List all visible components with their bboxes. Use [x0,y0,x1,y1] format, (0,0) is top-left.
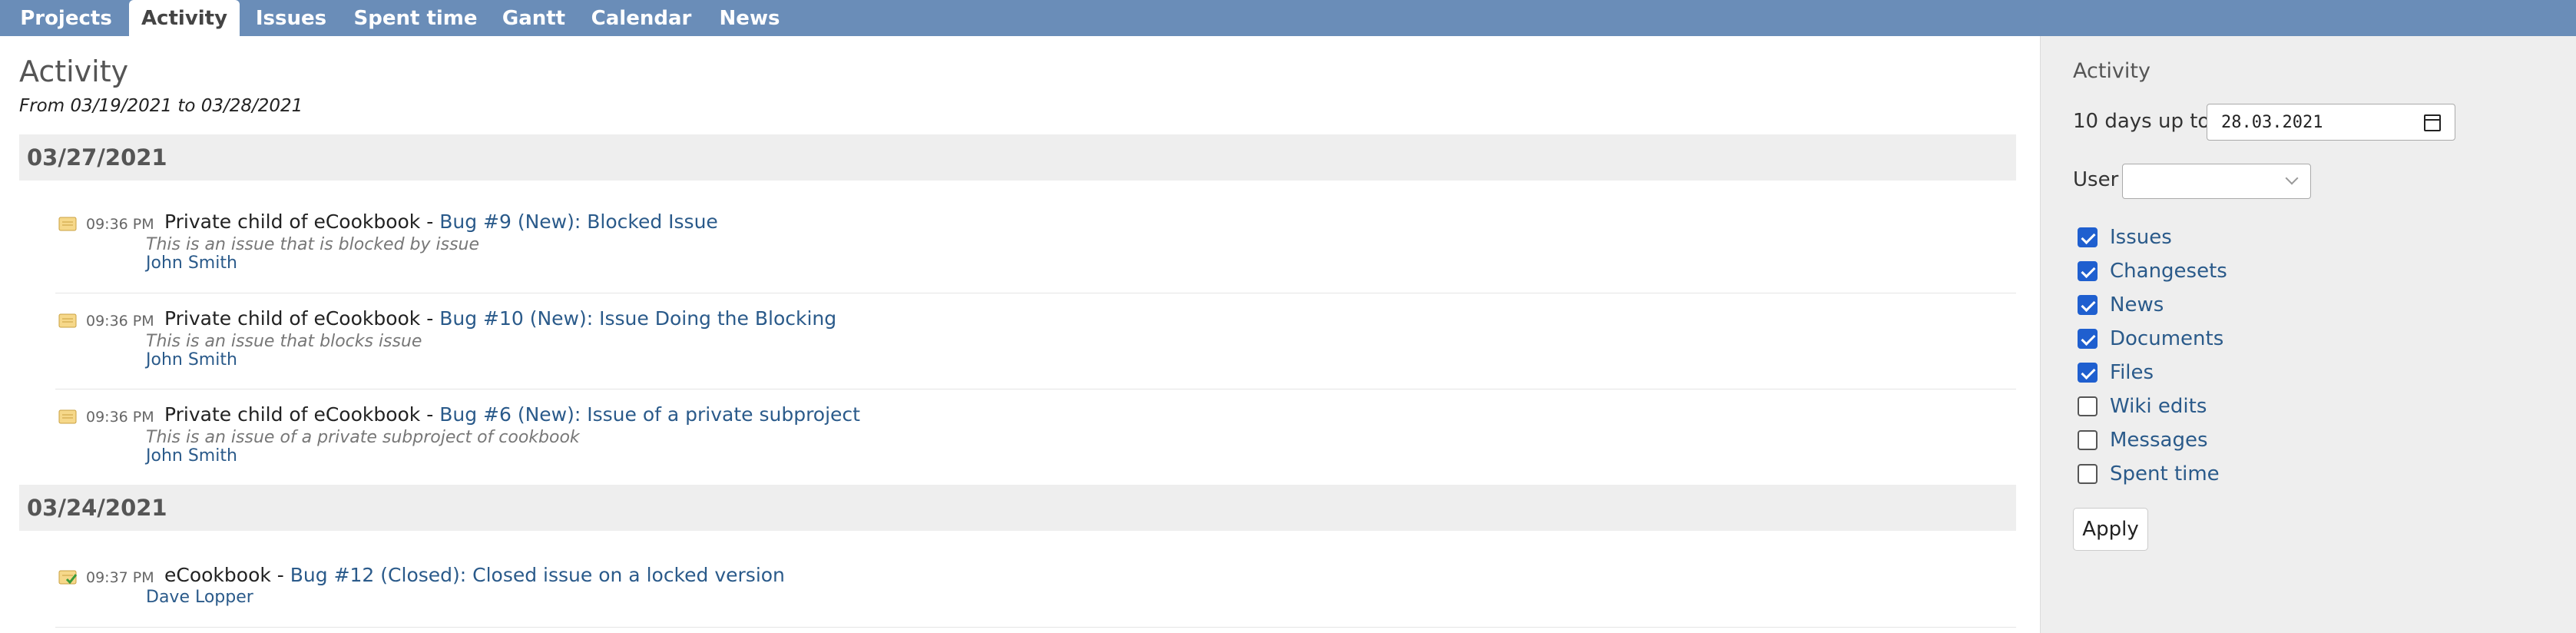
sidebar-title: Activity [2073,59,2151,83]
filter-label[interactable]: Documents [2110,327,2223,350]
filter-label[interactable]: News [2110,293,2164,316]
issue-icon [58,409,77,424]
filter-label[interactable]: Messages [2110,429,2208,452]
checkbox-spent-time[interactable] [2078,464,2098,484]
checkbox-files[interactable] [2078,363,2098,383]
tab-news[interactable]: News [711,0,788,36]
tab-calendar[interactable]: Calendar [587,0,696,36]
user-select[interactable] [2122,164,2311,199]
entry-description: This is an issue that blocks issue [146,332,422,351]
chevron-down-icon [2285,171,2299,185]
filter-news[interactable]: News [2078,293,2164,316]
issue-closed-icon [58,570,77,585]
filter-label[interactable]: Wiki edits [2110,395,2207,418]
issue-icon [58,313,77,328]
entry-description: This is an issue of a private subproject… [146,428,580,447]
entry-time: 09:37 PM [86,569,154,586]
author-link[interactable]: John Smith [146,254,237,273]
page-title: Activity [19,55,129,88]
checkbox-wiki-edits[interactable] [2078,396,2098,416]
filter-files[interactable]: Files [2078,361,2154,384]
tab-projects[interactable]: Projects [11,0,121,36]
day-header: 03/24/2021 [19,485,2016,531]
checkbox-changesets[interactable] [2078,261,2098,281]
filter-label[interactable]: Changesets [2110,260,2227,283]
author-link[interactable]: John Smith [146,350,237,370]
entry-title: Private child of eCookbook - Bug #6 (New… [164,403,860,426]
entry-title: eCookbook - Bug #12 (Closed): Closed iss… [164,564,785,586]
user-label: User [2073,168,2119,191]
activity-entry: 09:37 PM eCookbook - Bug #12 (Closed): C… [55,562,2016,623]
entry-project: Private child of eCookbook - [164,307,440,330]
calendar-icon[interactable] [2424,114,2441,131]
filter-changesets[interactable]: Changesets [2078,260,2227,283]
tab-gantt[interactable]: Gantt [496,0,571,36]
filter-wiki-edits[interactable]: Wiki edits [2078,395,2207,418]
filter-label[interactable]: Issues [2110,226,2172,249]
filter-messages[interactable]: Messages [2078,429,2208,452]
issue-link[interactable]: Bug #9 (New): Blocked Issue [439,210,718,233]
sidebar: Activity 10 days up to 28.03.2021 User I… [2040,36,2576,633]
filter-spent-time[interactable]: Spent time [2078,462,2220,486]
filter-label[interactable]: Files [2110,361,2154,384]
issue-icon [58,217,77,231]
entry-project: eCookbook - [164,564,290,586]
issue-link[interactable]: Bug #6 (New): Issue of a private subproj… [439,403,860,426]
entry-project: Private child of eCookbook - [164,210,440,233]
entry-title: Private child of eCookbook - Bug #9 (New… [164,210,718,233]
activity-entry: 09:36 PM Private child of eCookbook - Bu… [55,305,2016,382]
filter-label[interactable]: Spent time [2110,462,2220,486]
entry-time: 09:36 PM [86,313,154,330]
issue-link[interactable]: Bug #12 (Closed): Closed issue on a lock… [290,564,785,586]
author-link[interactable]: Dave Lopper [146,588,253,607]
checkbox-documents[interactable] [2078,329,2098,349]
author-link[interactable]: John Smith [146,446,237,466]
filter-issues[interactable]: Issues [2078,226,2172,249]
top-menu: Projects Activity Issues Spent time Gant… [0,0,2576,36]
day-header: 03/27/2021 [19,134,2016,181]
entry-description: This is an issue that is blocked by issu… [146,235,480,254]
entry-title: Private child of eCookbook - Bug #10 (Ne… [164,307,836,330]
tab-spent-time[interactable]: Spent time [350,0,481,36]
entry-time: 09:36 PM [86,409,154,426]
checkbox-issues[interactable] [2078,227,2098,247]
date-value: 28.03.2021 [2221,112,2323,132]
checkbox-news[interactable] [2078,295,2098,315]
filter-documents[interactable]: Documents [2078,327,2223,350]
apply-button[interactable]: Apply [2073,508,2148,551]
tab-activity[interactable]: Activity [129,0,240,36]
issue-link[interactable]: Bug #10 (New): Issue Doing the Blocking [439,307,836,330]
date-input[interactable]: 28.03.2021 [2207,104,2455,141]
checkbox-messages[interactable] [2078,430,2098,450]
date-range: From 03/19/2021 to 03/28/2021 [19,96,303,116]
tab-issues[interactable]: Issues [247,0,335,36]
entry-divider [55,627,2016,628]
activity-entry: 09:36 PM Private child of eCookbook - Bu… [55,208,2016,285]
main-content: Activity From 03/19/2021 to 03/28/2021 0… [0,36,2040,633]
activity-entry: 09:36 PM Private child of eCookbook - Bu… [55,401,2016,478]
entry-project: Private child of eCookbook - [164,403,440,426]
days-label: 10 days up to [2073,110,2210,133]
entry-time: 09:36 PM [86,216,154,233]
